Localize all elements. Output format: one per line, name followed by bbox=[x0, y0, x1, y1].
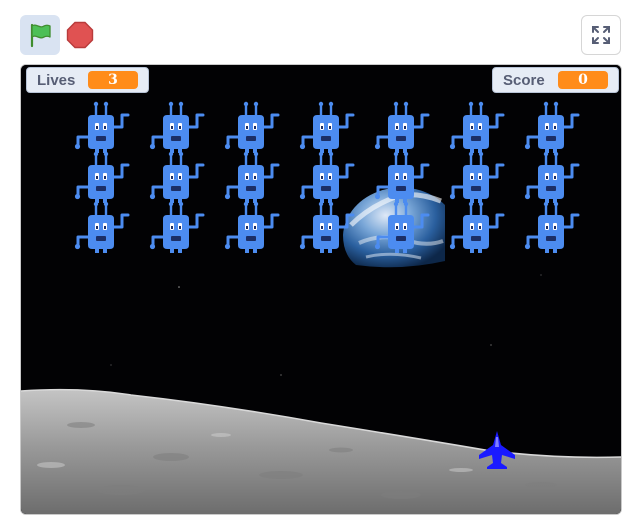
game-player: Lives 3 Score 0 bbox=[0, 0, 628, 525]
fullscreen-button[interactable] bbox=[581, 15, 621, 55]
lives-value: 3 bbox=[88, 71, 138, 89]
lives-monitor: Lives 3 bbox=[26, 67, 149, 93]
green-flag-icon bbox=[30, 23, 51, 48]
fullscreen-expand-icon bbox=[592, 26, 610, 44]
game-stage[interactable]: Lives 3 Score 0 bbox=[20, 64, 622, 515]
lives-label: Lives bbox=[37, 71, 76, 89]
score-value: 0 bbox=[558, 71, 608, 89]
score-monitor: Score 0 bbox=[492, 67, 619, 93]
stop-button[interactable] bbox=[64, 18, 96, 52]
stop-sign-icon bbox=[66, 21, 94, 49]
green-flag-button[interactable] bbox=[20, 15, 60, 55]
player-toolbar bbox=[0, 0, 628, 64]
stage-scene bbox=[21, 65, 621, 514]
score-label: Score bbox=[503, 71, 545, 89]
